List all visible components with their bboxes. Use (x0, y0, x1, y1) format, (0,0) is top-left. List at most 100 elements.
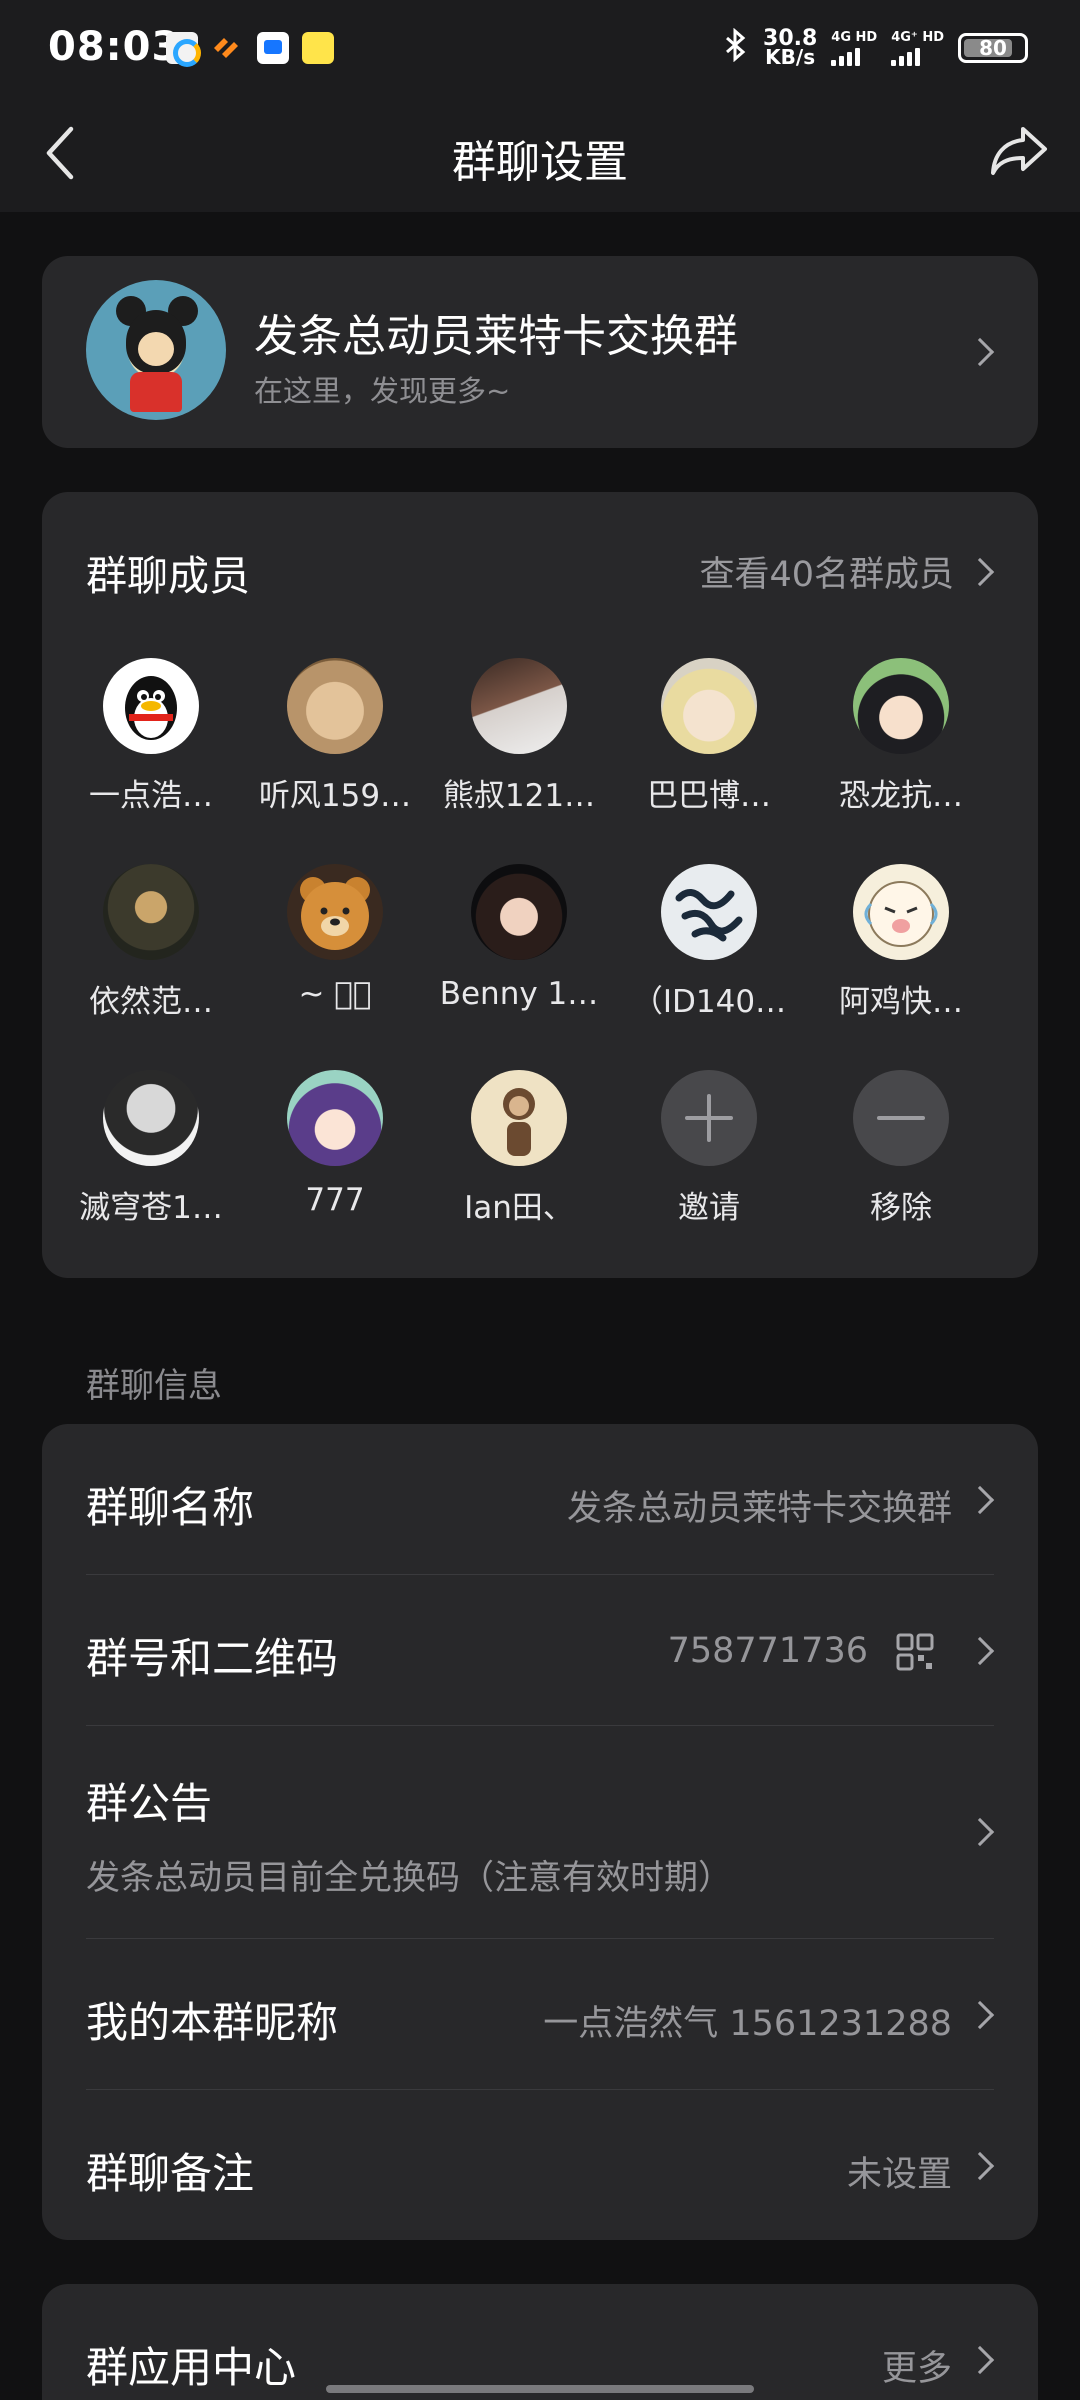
group-name-row[interactable]: 群聊名称 发条总动员莱特卡交换群 (42, 1424, 1038, 1574)
signal-bars-icon (831, 47, 861, 66)
member-name: （ID140… (631, 984, 787, 1020)
chevron-right-icon (965, 2000, 995, 2030)
member-item[interactable]: 一点浩… (56, 658, 246, 815)
signal-sim1: 4G HD (831, 30, 877, 66)
members-card: 群聊成员 查看40名群成员 一点浩… 听风159… 熊叔121… 巴巴博… 恐龙… (42, 492, 1038, 1278)
plus-icon (661, 1070, 757, 1166)
dog-avatar (287, 658, 383, 754)
group-info-card: 群聊名称 发条总动员莱特卡交换群 群号和二维码 758771736 群公告 发条… (42, 1424, 1038, 2240)
chevron-right-icon (965, 2345, 995, 2375)
announcement-row[interactable]: 群公告 发条总动员目前全兑换码（注意有效时期） (42, 1726, 1038, 1938)
man-avatar (471, 658, 567, 754)
member-item[interactable]: 熊叔121… (424, 658, 614, 815)
remove-label: 移除 (870, 1190, 932, 1226)
anime-girl-avatar (287, 1070, 383, 1166)
member-name: 听风159… (258, 778, 412, 814)
member-item[interactable]: 巴巴博… (614, 658, 804, 815)
share-icon (991, 127, 1047, 175)
member-name: 777 (305, 1182, 365, 1218)
member-item[interactable]: （ID140… (614, 864, 804, 1021)
member-name: Benny 1… (439, 976, 599, 1012)
members-title: 群聊成员 (86, 552, 250, 600)
announcement-label: 群公告 (86, 1779, 213, 1828)
invite-label: 邀请 (678, 1190, 740, 1226)
signal-sim2: 4G⁺ HD (891, 30, 944, 66)
share-button[interactable] (986, 118, 1052, 184)
member-name: 恐龙抗… (839, 778, 963, 814)
remove-member-button[interactable]: 移除 (806, 1070, 996, 1227)
app-notification-icon (210, 32, 242, 64)
group-profile-card[interactable]: 发条总动员莱特卡交换群 在这里，发现更多~ (42, 256, 1038, 448)
signal-bars-icon (891, 47, 921, 66)
teddy-bear-avatar (287, 864, 383, 960)
my-nickname-label: 我的本群昵称 (86, 1998, 339, 2047)
status-bar: 08:03 30.8 KB/s 4G HD 4G⁺ HD 80 (0, 0, 1080, 96)
app-notification-icon (302, 32, 334, 64)
group-remark-label: 群聊备注 (86, 2149, 255, 2198)
view-all-members-link[interactable]: 查看40名群成员 (699, 546, 954, 597)
group-number-row[interactable]: 群号和二维码 758771736 (42, 1575, 1038, 1725)
person-avatar (103, 864, 199, 960)
group-remark-row[interactable]: 群聊备注 未设置 (42, 2090, 1038, 2240)
group-avatar (86, 280, 226, 420)
member-item[interactable]: 777 (240, 1070, 430, 1218)
member-item[interactable]: 滅穹苍1… (56, 1070, 246, 1227)
home-indicator[interactable] (326, 2385, 754, 2393)
status-indicators: 30.8 KB/s 4G HD 4G⁺ HD 80 (723, 26, 1028, 70)
chevron-right-icon (965, 337, 995, 367)
chevron-right-icon (965, 1485, 995, 1515)
app-notification-icon (257, 32, 289, 64)
minus-icon (853, 1070, 949, 1166)
announcement-value: 发条总动员目前全兑换码（注意有效时期） (86, 1858, 732, 1898)
member-name: 一点浩… (89, 778, 213, 814)
chevron-right-icon (965, 1817, 995, 1847)
member-name: Ian田、 (464, 1190, 574, 1226)
my-nickname-row[interactable]: 我的本群昵称 一点浩然气 1561231288 (42, 1939, 1038, 2089)
chevron-right-icon (965, 557, 995, 587)
member-name: 滅穹苍1… (79, 1190, 223, 1226)
member-name: 依然范… (89, 984, 213, 1020)
group-name: 发条总动员莱特卡交换群 (254, 311, 738, 362)
group-number-value: 758771736 (667, 1631, 868, 1671)
member-item[interactable]: Benny 1… (424, 864, 614, 1012)
chevron-right-icon (965, 1636, 995, 1666)
chevron-right-icon (965, 2151, 995, 2181)
my-nickname-value: 一点浩然气 1561231288 (543, 2004, 952, 2044)
member-item[interactable]: 阿鸡快… (806, 864, 996, 1021)
member-name: 巴巴博… (647, 778, 771, 814)
group-number-label: 群号和二维码 (86, 1634, 339, 1683)
figure-avatar (471, 1070, 567, 1166)
group-subtitle: 在这里，发现更多~ (254, 374, 511, 408)
member-name: 阿鸡快… (839, 984, 963, 1020)
cartoon-avatar (853, 864, 949, 960)
person-avatar (471, 864, 567, 960)
page-title: 群聊设置 (452, 137, 628, 188)
group-apps-card[interactable]: 群应用中心 更多 (42, 2284, 1038, 2400)
qr-code-icon (896, 1633, 934, 1671)
member-name: ~ ෆ゙ (298, 976, 372, 1012)
status-time: 08:03 (48, 24, 181, 70)
invite-member-button[interactable]: 邀请 (614, 1070, 804, 1227)
member-item[interactable]: Ian田、 (424, 1070, 614, 1227)
bluetooth-icon (723, 27, 749, 68)
battery-indicator: 80 (958, 33, 1028, 63)
member-item[interactable]: 恐龙抗… (806, 658, 996, 815)
group-apps-more[interactable]: 更多 (882, 2340, 952, 2391)
group-apps-label: 群应用中心 (86, 2343, 297, 2392)
anime-boy-avatar (853, 658, 949, 754)
anime-avatar (661, 658, 757, 754)
calligraphy-avatar (661, 864, 757, 960)
group-apps-row[interactable]: 群应用中心 更多 (42, 2284, 1038, 2400)
member-name: 熊叔121… (442, 778, 596, 814)
group-name-label: 群聊名称 (86, 1483, 255, 1532)
member-item[interactable]: ~ ෆ゙ (240, 864, 430, 1012)
group-info-section-label: 群聊信息 (86, 1366, 222, 1406)
group-name-value: 发条总动员莱特卡交换群 (566, 1489, 952, 1529)
member-item[interactable]: 听风159… (240, 658, 430, 815)
member-item[interactable]: 依然范… (56, 864, 246, 1021)
person-avatar (103, 1070, 199, 1166)
title-bar: 群聊设置 (0, 96, 1080, 212)
group-remark-value: 未设置 (846, 2155, 952, 2195)
app-notification-icon (166, 32, 201, 67)
penguin-avatar (103, 658, 199, 754)
